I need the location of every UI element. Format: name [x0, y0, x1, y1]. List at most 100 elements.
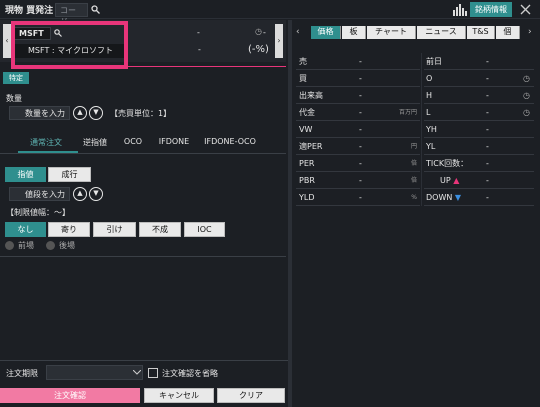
stat-row-left: PBR - 倍	[296, 172, 420, 189]
cancel-button[interactable]: キャンセル	[144, 388, 214, 403]
stat-unit: 倍	[410, 177, 417, 184]
stat-value: -	[486, 108, 489, 117]
stat-label: YH	[426, 125, 437, 134]
price-input[interactable]: 値段を入力	[9, 187, 70, 201]
market-order-button[interactable]: 成行	[48, 167, 91, 182]
condition-none-button[interactable]: なし	[5, 222, 46, 237]
stat-unit: 倍	[410, 160, 417, 167]
condition-close-button[interactable]: 引け	[93, 222, 136, 237]
stat-value: -	[486, 176, 489, 185]
stat-value: -	[486, 57, 489, 66]
stat-value: -	[486, 142, 489, 151]
stat-unit: 百万円	[398, 109, 417, 116]
afternoon-radio[interactable]	[46, 241, 55, 250]
tab-next-arrow[interactable]: ›	[528, 27, 532, 37]
stat-label: DOWN	[426, 193, 453, 202]
code-input[interactable]: コード	[55, 3, 88, 26]
divider	[0, 256, 286, 257]
next-symbol-button[interactable]: ›	[275, 24, 283, 58]
bar-chart-icon[interactable]	[453, 4, 467, 16]
price-up-button[interactable]: ▲	[73, 187, 87, 201]
stat-row-left: 代金 - 百万円	[296, 104, 420, 121]
stat-label: 買	[299, 74, 307, 83]
stat-row-left: 売-	[296, 53, 420, 70]
time-icon: ◷	[255, 27, 262, 36]
stat-row-left: YLD -%	[296, 189, 420, 206]
close-icon[interactable]	[520, 4, 531, 15]
stat-value: -	[486, 125, 489, 134]
order-type-tabs: 通常注文 逆指値 OCO IFDONE IFDONE-OCO	[0, 134, 286, 154]
quantity-up-button[interactable]: ▲	[73, 106, 87, 120]
divider	[0, 360, 290, 361]
stat-label: TICK回数：	[426, 159, 469, 168]
stat-row-left: 出来高 -	[296, 87, 420, 104]
stat-value: -	[359, 57, 362, 66]
condition-open-button[interactable]: 寄り	[48, 222, 90, 237]
stat-value: -	[359, 108, 362, 117]
stat-row-right: L - ◷	[424, 104, 534, 121]
stat-label: 適PER	[299, 142, 323, 151]
expiry-label: 注文期限	[6, 369, 38, 378]
stat-value: -	[486, 193, 489, 202]
stat-label: YL	[426, 142, 436, 151]
quantity-down-button[interactable]: ▼	[89, 106, 103, 120]
tab-board[interactable]: 板	[342, 26, 366, 39]
prev-symbol-button[interactable]: ‹	[3, 24, 11, 58]
stat-row-right: 前日 -	[424, 53, 534, 70]
stat-value: -	[486, 74, 489, 83]
tab-prev-arrow[interactable]: ‹	[296, 27, 300, 37]
price-down-button[interactable]: ▼	[89, 187, 103, 201]
active-tab-indicator	[18, 151, 78, 153]
tab-ifdone[interactable]: IFDONE	[156, 137, 192, 146]
limit-order-button[interactable]: 指値	[5, 167, 46, 182]
clock-icon: ◷	[523, 91, 530, 100]
clock-icon: ◷	[523, 74, 530, 83]
quantity-label: 数量	[6, 94, 22, 103]
morning-radio[interactable]	[5, 241, 14, 250]
stat-label: YLD	[299, 193, 315, 202]
clock-icon: ◷	[523, 108, 530, 117]
skip-confirm-checkbox[interactable]	[148, 368, 158, 378]
condition-ioc-button[interactable]: IOC	[184, 222, 225, 237]
tab-price[interactable]: 価格	[311, 26, 341, 39]
tab-news[interactable]: ニュース	[417, 26, 466, 39]
stat-label: 出来高	[299, 91, 323, 100]
stat-label: L	[426, 108, 431, 117]
stat-row-right: UP ▲ -	[424, 172, 534, 189]
down-arrow-icon: ▼	[452, 193, 462, 202]
confirm-order-button[interactable]: 注文確認	[0, 388, 140, 403]
stat-row-left: 買-	[296, 70, 420, 87]
stat-row-left: 適PER - 円	[296, 138, 420, 155]
quantity-input[interactable]: 数量を入力	[9, 106, 70, 120]
title-bar: 現物 買発注 コード 銘柄情報	[0, 0, 540, 26]
stat-row-right: YH -	[424, 121, 534, 138]
tab-oco[interactable]: OCO	[121, 137, 145, 146]
tab-ifdone-oco[interactable]: IFDONE-OCO	[204, 137, 256, 146]
trade-unit-text: 【売買単位：1】	[110, 109, 172, 118]
tab-ts[interactable]: T&S	[467, 26, 495, 39]
highlight-line	[128, 66, 286, 67]
right-tab-bar: ‹ 価格 板 チャート ニュース T&S 個 ›	[294, 26, 540, 40]
stat-label: VW	[299, 125, 313, 134]
stat-value: -	[359, 176, 362, 185]
stat-label: PBR	[299, 176, 315, 185]
highlight-box	[11, 21, 128, 69]
tab-chart[interactable]: チャート	[367, 26, 416, 39]
change-value: -	[198, 45, 201, 54]
clear-button[interactable]: クリア	[217, 388, 285, 403]
stat-label: 売	[299, 57, 307, 66]
tab-stop-order[interactable]: 逆指値	[78, 137, 112, 148]
condition-funari-button[interactable]: 不成	[139, 222, 181, 237]
stat-row-left: VW -	[296, 121, 420, 138]
tab-individual[interactable]: 個	[496, 26, 520, 39]
search-icon[interactable]	[91, 5, 100, 14]
tab-normal-order[interactable]: 通常注文	[25, 137, 67, 148]
morning-label: 前場	[18, 241, 34, 250]
stat-label: UP	[440, 176, 451, 185]
right-stats-column: 前日 - O - ◷ H - ◷ L - ◷ YH - YL - TICK回数： - UP ▲ - DOWN ▼ -	[424, 53, 534, 213]
expiry-select[interactable]	[46, 365, 143, 380]
price-value: -	[197, 28, 200, 37]
stat-row-right: TICK回数： -	[424, 155, 534, 172]
chevron-down-icon[interactable]	[133, 370, 141, 375]
market-info-button[interactable]: 銘柄情報	[470, 2, 512, 17]
